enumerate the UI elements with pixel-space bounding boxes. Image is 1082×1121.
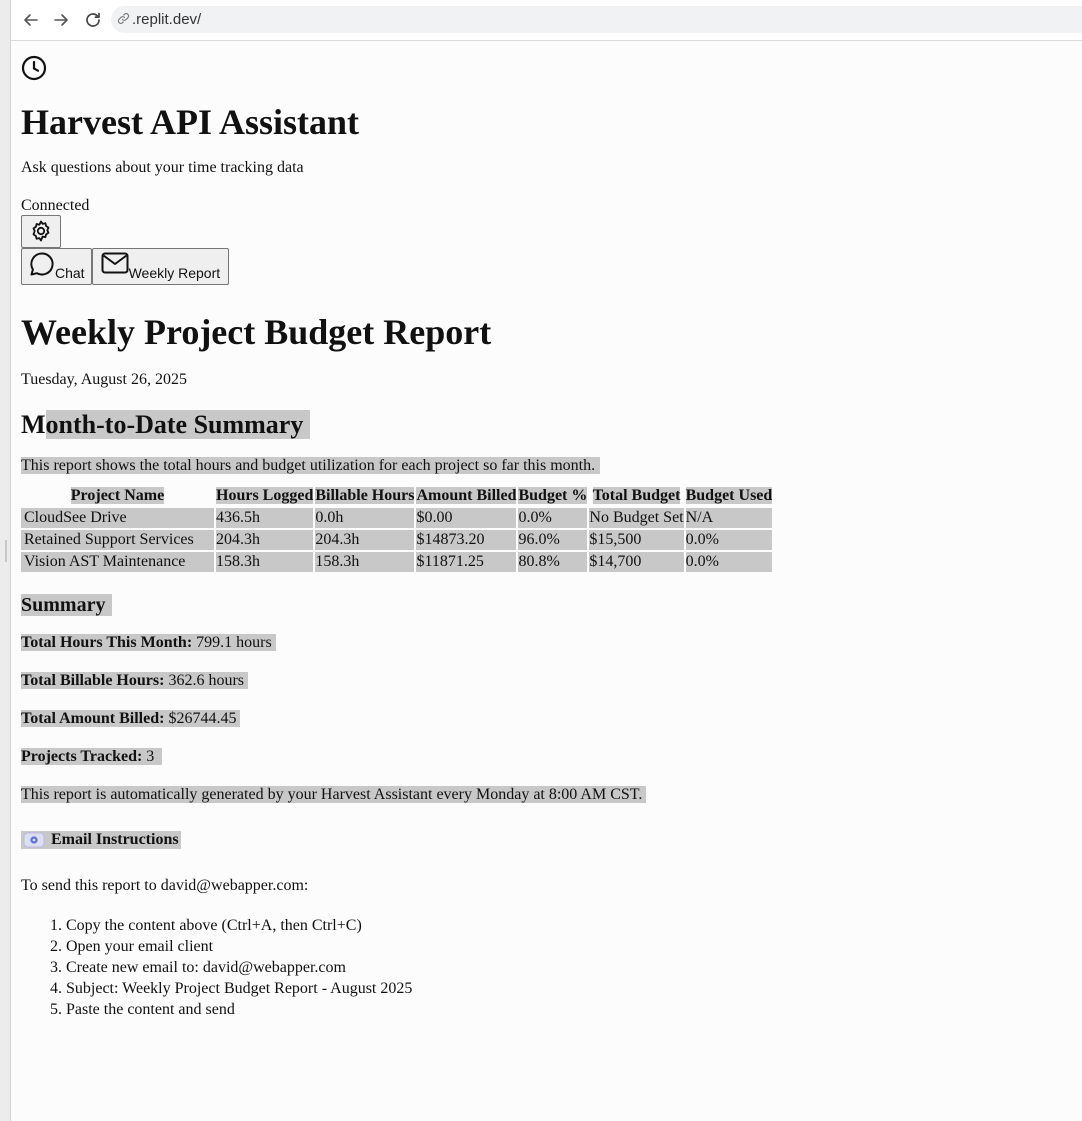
table-cell: 158.3h bbox=[315, 552, 415, 572]
table-cell: 80.8% bbox=[518, 552, 588, 572]
report-title: Weekly Project Budget Report bbox=[21, 312, 492, 352]
email-intro: To send this report to david@webapper.co… bbox=[21, 877, 309, 894]
project-table: Project Name Hours Logged Billable Hours… bbox=[19, 484, 774, 574]
email-icon bbox=[23, 832, 45, 848]
email-steps: Copy the content above (Ctrl+A, then Ctr… bbox=[21, 915, 1071, 1020]
url-text: .replit.dev/ bbox=[132, 11, 202, 28]
app-subtitle: Ask questions about your time tracking d… bbox=[21, 159, 304, 176]
table-cell: $14873.20 bbox=[416, 530, 517, 550]
resize-handle[interactable] bbox=[5, 540, 7, 562]
column-header: Total Budget bbox=[592, 487, 681, 504]
table-cell: $14,700 bbox=[589, 552, 684, 572]
email-instructions-heading: Email Instructions bbox=[21, 831, 1071, 853]
table-cell: $0.00 bbox=[416, 508, 517, 528]
tab-weekly-report[interactable]: Weekly Report bbox=[91, 248, 230, 285]
table-cell: 96.0% bbox=[518, 530, 588, 550]
list-item: Paste the content and send bbox=[66, 999, 1071, 1020]
tab-weekly-report-label: Weekly Report bbox=[128, 265, 221, 281]
address-bar[interactable]: .replit.dev/ bbox=[111, 6, 1082, 33]
month-summary-heading: Month-to-Date Summary bbox=[21, 409, 1071, 441]
table-cell: $15,500 bbox=[589, 530, 684, 550]
app-title: Harvest API Assistant bbox=[21, 102, 360, 142]
column-header: Budget % bbox=[518, 487, 588, 504]
table-cell: 204.3h bbox=[315, 530, 415, 550]
table-row: Retained Support Services 204.3h 204.3h … bbox=[21, 530, 773, 550]
table-cell: 204.3h bbox=[216, 530, 314, 550]
column-header: Budget Used bbox=[685, 487, 773, 504]
arrow-right-icon bbox=[54, 14, 68, 26]
table-cell: 0.0% bbox=[685, 552, 773, 572]
table-cell: $11871.25 bbox=[416, 552, 517, 572]
column-header: Billable Hours bbox=[315, 487, 415, 504]
table-cell: 436.5h bbox=[216, 508, 314, 528]
tab-chat[interactable]: Chat bbox=[21, 248, 92, 285]
connection-status: Connected bbox=[21, 197, 90, 214]
left-panel-rail bbox=[0, 0, 11, 1121]
message-circle-icon bbox=[30, 252, 54, 276]
settings-button[interactable] bbox=[21, 215, 61, 248]
table-cell: CloudSee Drive bbox=[21, 508, 214, 528]
list-item: Copy the content above (Ctrl+A, then Ctr… bbox=[66, 915, 1071, 936]
browser-toolbar: .replit.dev/ bbox=[11, 0, 1082, 41]
report-intro: This report shows the total hours and bu… bbox=[21, 457, 601, 474]
table-row: CloudSee Drive 436.5h 0.0h $0.00 0.0% No… bbox=[21, 508, 773, 528]
summary-heading: Summary bbox=[21, 594, 113, 616]
table-cell: 158.3h bbox=[216, 552, 314, 572]
list-item: Subject: Weekly Project Budget Report - … bbox=[66, 978, 1071, 999]
table-cell: Retained Support Services bbox=[21, 530, 214, 550]
column-header: Amount Billed bbox=[416, 487, 517, 504]
list-item: Open your email client bbox=[66, 936, 1071, 957]
report-footer-note: This report is automatically generated b… bbox=[21, 786, 647, 803]
mail-icon bbox=[101, 252, 129, 274]
heading-rest: onth-to-Date Summary bbox=[45, 410, 311, 439]
list-item: Create new email to: david@webapper.com bbox=[66, 957, 1071, 978]
column-header: Hours Logged bbox=[216, 487, 314, 504]
back-button[interactable] bbox=[19, 8, 43, 32]
summary-total-hours: Total Hours This Month: 799.1 hours bbox=[21, 634, 1071, 652]
summary-amount-billed: Total Amount Billed: $26744.45 bbox=[21, 710, 1071, 728]
table-cell: N/A bbox=[685, 508, 773, 528]
table-cell: 0.0% bbox=[685, 530, 773, 550]
app-content: Harvest API Assistant Ask questions abou… bbox=[21, 52, 1071, 1020]
forward-button[interactable] bbox=[49, 8, 73, 32]
table-cell: No Budget Set bbox=[589, 508, 684, 528]
gear-icon bbox=[32, 220, 50, 242]
reload-button[interactable] bbox=[81, 8, 105, 32]
table-cell: 0.0h bbox=[315, 508, 415, 528]
summary-projects-tracked: Projects Tracked: 3 bbox=[21, 748, 1071, 766]
link-icon bbox=[117, 13, 130, 24]
table-cell: Vision AST Maintenance bbox=[21, 552, 214, 572]
tab-chat-label: Chat bbox=[55, 265, 85, 281]
table-header-row: Project Name Hours Logged Billable Hours… bbox=[21, 486, 773, 506]
summary-billable-hours: Total Billable Hours: 362.6 hours bbox=[21, 672, 1071, 690]
arrow-left-icon bbox=[24, 14, 38, 26]
heading-first-letter: M bbox=[21, 410, 46, 439]
table-cell: 0.0% bbox=[518, 508, 588, 528]
reload-icon bbox=[86, 12, 100, 27]
table-row: Vision AST Maintenance 158.3h 158.3h $11… bbox=[21, 552, 773, 572]
column-header: Project Name bbox=[70, 487, 165, 504]
report-date: Tuesday, August 26, 2025 bbox=[21, 371, 187, 388]
clock-icon bbox=[21, 55, 47, 81]
